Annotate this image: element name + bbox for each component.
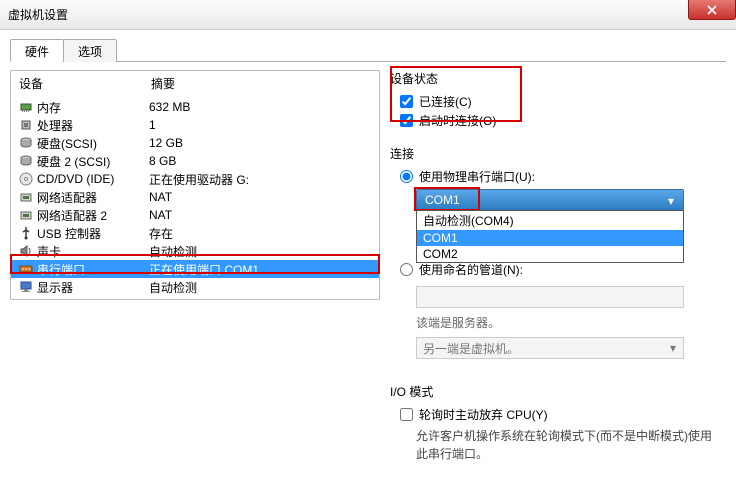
device-summary: NAT	[149, 208, 373, 222]
combo-opt-auto[interactable]: 自动检测(COM4)	[417, 211, 683, 230]
device-summary: NAT	[149, 190, 373, 204]
device-row[interactable]: USB 控制器存在	[11, 224, 379, 242]
combo-port-dropdown: 自动检测(COM4) COM1 COM2	[416, 210, 684, 263]
rad-named-pipe-label: 使用命名的管道(N):	[419, 261, 523, 278]
label-device-status: 设备状态	[390, 70, 722, 87]
cpu-icon	[17, 117, 35, 133]
select-other-end: 另一端是虚拟机。 ▾	[416, 337, 684, 359]
device-name: 网络适配器	[35, 189, 149, 206]
device-summary: 存在	[149, 225, 373, 242]
rad-named-pipe[interactable]	[400, 263, 413, 276]
device-row[interactable]: 网络适配器NAT	[11, 188, 379, 206]
chevron-down-icon: ▾	[663, 193, 679, 208]
device-name: 串行端口	[35, 261, 149, 278]
titlebar: 虚拟机设置	[0, 0, 736, 30]
panes: 设备 摘要 内存632 MB处理器1硬盘(SCSI)12 GB硬盘 2 (SCS…	[10, 62, 726, 503]
tab-options[interactable]: 选项	[63, 39, 117, 62]
combo-opt-com1[interactable]: COM1	[417, 230, 683, 246]
device-summary: 自动检测	[149, 279, 373, 296]
combo-port-value: COM1	[425, 193, 460, 207]
device-name: 内存	[35, 99, 149, 116]
window-title: 虚拟机设置	[8, 6, 68, 23]
device-list-header: 设备 摘要	[11, 71, 379, 98]
col-device: 设备	[19, 75, 151, 92]
device-summary: 12 GB	[149, 136, 373, 150]
left-pane: 设备 摘要 内存632 MB处理器1硬盘(SCSI)12 GB硬盘 2 (SCS…	[10, 70, 380, 503]
disk-icon	[17, 135, 35, 151]
device-name: 显示器	[35, 279, 149, 296]
combo-opt-com2[interactable]: COM2	[417, 246, 683, 262]
display-icon	[17, 279, 35, 295]
device-name: 硬盘(SCSI)	[35, 135, 149, 152]
select-other-end-value: 另一端是虚拟机。	[423, 340, 519, 357]
device-row[interactable]: 网络适配器 2NAT	[11, 206, 379, 224]
close-icon	[707, 5, 717, 15]
device-name: 网络适配器 2	[35, 207, 149, 224]
tabs: 硬件 选项	[10, 38, 726, 62]
device-name: 声卡	[35, 243, 149, 260]
device-name: CD/DVD (IDE)	[35, 172, 149, 186]
close-button[interactable]	[688, 0, 736, 20]
device-row[interactable]: 声卡自动检测	[11, 242, 379, 260]
serial-icon	[17, 261, 35, 277]
device-summary: 1	[149, 118, 373, 132]
device-summary: 正在使用驱动器 G:	[149, 171, 373, 188]
chk-yield-cpu-label: 轮询时主动放弃 CPU(Y)	[419, 406, 548, 423]
cd-icon	[17, 171, 35, 187]
tab-hardware[interactable]: 硬件	[10, 39, 64, 62]
rad-physical-label: 使用物理串行端口(U):	[419, 168, 535, 185]
group-device-status: 设备状态 已连接(C) 启动时连接(O)	[390, 70, 722, 131]
disk-icon	[17, 153, 35, 169]
sound-icon	[17, 243, 35, 259]
group-io-mode: I/O 模式 轮询时主动放弃 CPU(Y) 允许客户机操作系统在轮询模式下(而不…	[390, 383, 722, 463]
usb-icon	[17, 225, 35, 241]
hint-server: 该端是服务器。	[416, 314, 722, 331]
chk-connect-on-power-label: 启动时连接(O)	[419, 112, 496, 129]
chk-connected-label: 已连接(C)	[419, 93, 472, 110]
device-row[interactable]: 硬盘 2 (SCSI)8 GB	[11, 152, 379, 170]
input-pipe-name	[416, 286, 684, 308]
device-summary: 632 MB	[149, 100, 373, 114]
nic-icon	[17, 207, 35, 223]
io-desc: 允许客户机操作系统在轮询模式下(而不是中断模式)使用此串行端口。	[416, 427, 722, 463]
combo-port-button[interactable]: COM1 ▾	[416, 189, 684, 211]
device-row[interactable]: 串行端口正在使用端口 COM1	[11, 260, 379, 278]
device-name: 处理器	[35, 117, 149, 134]
device-row[interactable]: CD/DVD (IDE)正在使用驱动器 G:	[11, 170, 379, 188]
chk-connected[interactable]	[400, 95, 413, 108]
label-io-mode: I/O 模式	[390, 383, 722, 400]
device-summary: 正在使用端口 COM1	[149, 261, 373, 278]
device-summary: 自动检测	[149, 243, 373, 260]
rad-physical[interactable]	[400, 170, 413, 183]
device-name: 硬盘 2 (SCSI)	[35, 153, 149, 170]
device-summary: 8 GB	[149, 154, 373, 168]
right-pane: 设备状态 已连接(C) 启动时连接(O) 连接 使用物理串行端口(U): COM…	[390, 70, 726, 503]
content: 硬件 选项 设备 摘要 内存632 MB处理器1硬盘(SCSI)12 GB硬盘 …	[0, 30, 736, 503]
device-list: 设备 摘要 内存632 MB处理器1硬盘(SCSI)12 GB硬盘 2 (SCS…	[10, 70, 380, 300]
device-row[interactable]: 硬盘(SCSI)12 GB	[11, 134, 379, 152]
device-row[interactable]: 处理器1	[11, 116, 379, 134]
vm-settings-window: 虚拟机设置 硬件 选项 设备 摘要 内存632 MB处理器1硬盘(SCSI)12…	[0, 0, 736, 503]
label-connection: 连接	[390, 145, 722, 162]
group-connection: 连接 使用物理串行端口(U): COM1 ▾ 自动检测(COM4) COM1 C…	[390, 145, 722, 359]
memory-icon	[17, 99, 35, 115]
device-name: USB 控制器	[35, 225, 149, 242]
col-summary: 摘要	[151, 75, 175, 92]
chk-connect-on-power[interactable]	[400, 114, 413, 127]
device-row[interactable]: 显示器自动检测	[11, 278, 379, 296]
chk-yield-cpu[interactable]	[400, 408, 413, 421]
combo-port[interactable]: COM1 ▾ 自动检测(COM4) COM1 COM2	[416, 189, 722, 211]
device-row[interactable]: 内存632 MB	[11, 98, 379, 116]
nic-icon	[17, 189, 35, 205]
chevron-down-icon: ▾	[665, 341, 681, 355]
